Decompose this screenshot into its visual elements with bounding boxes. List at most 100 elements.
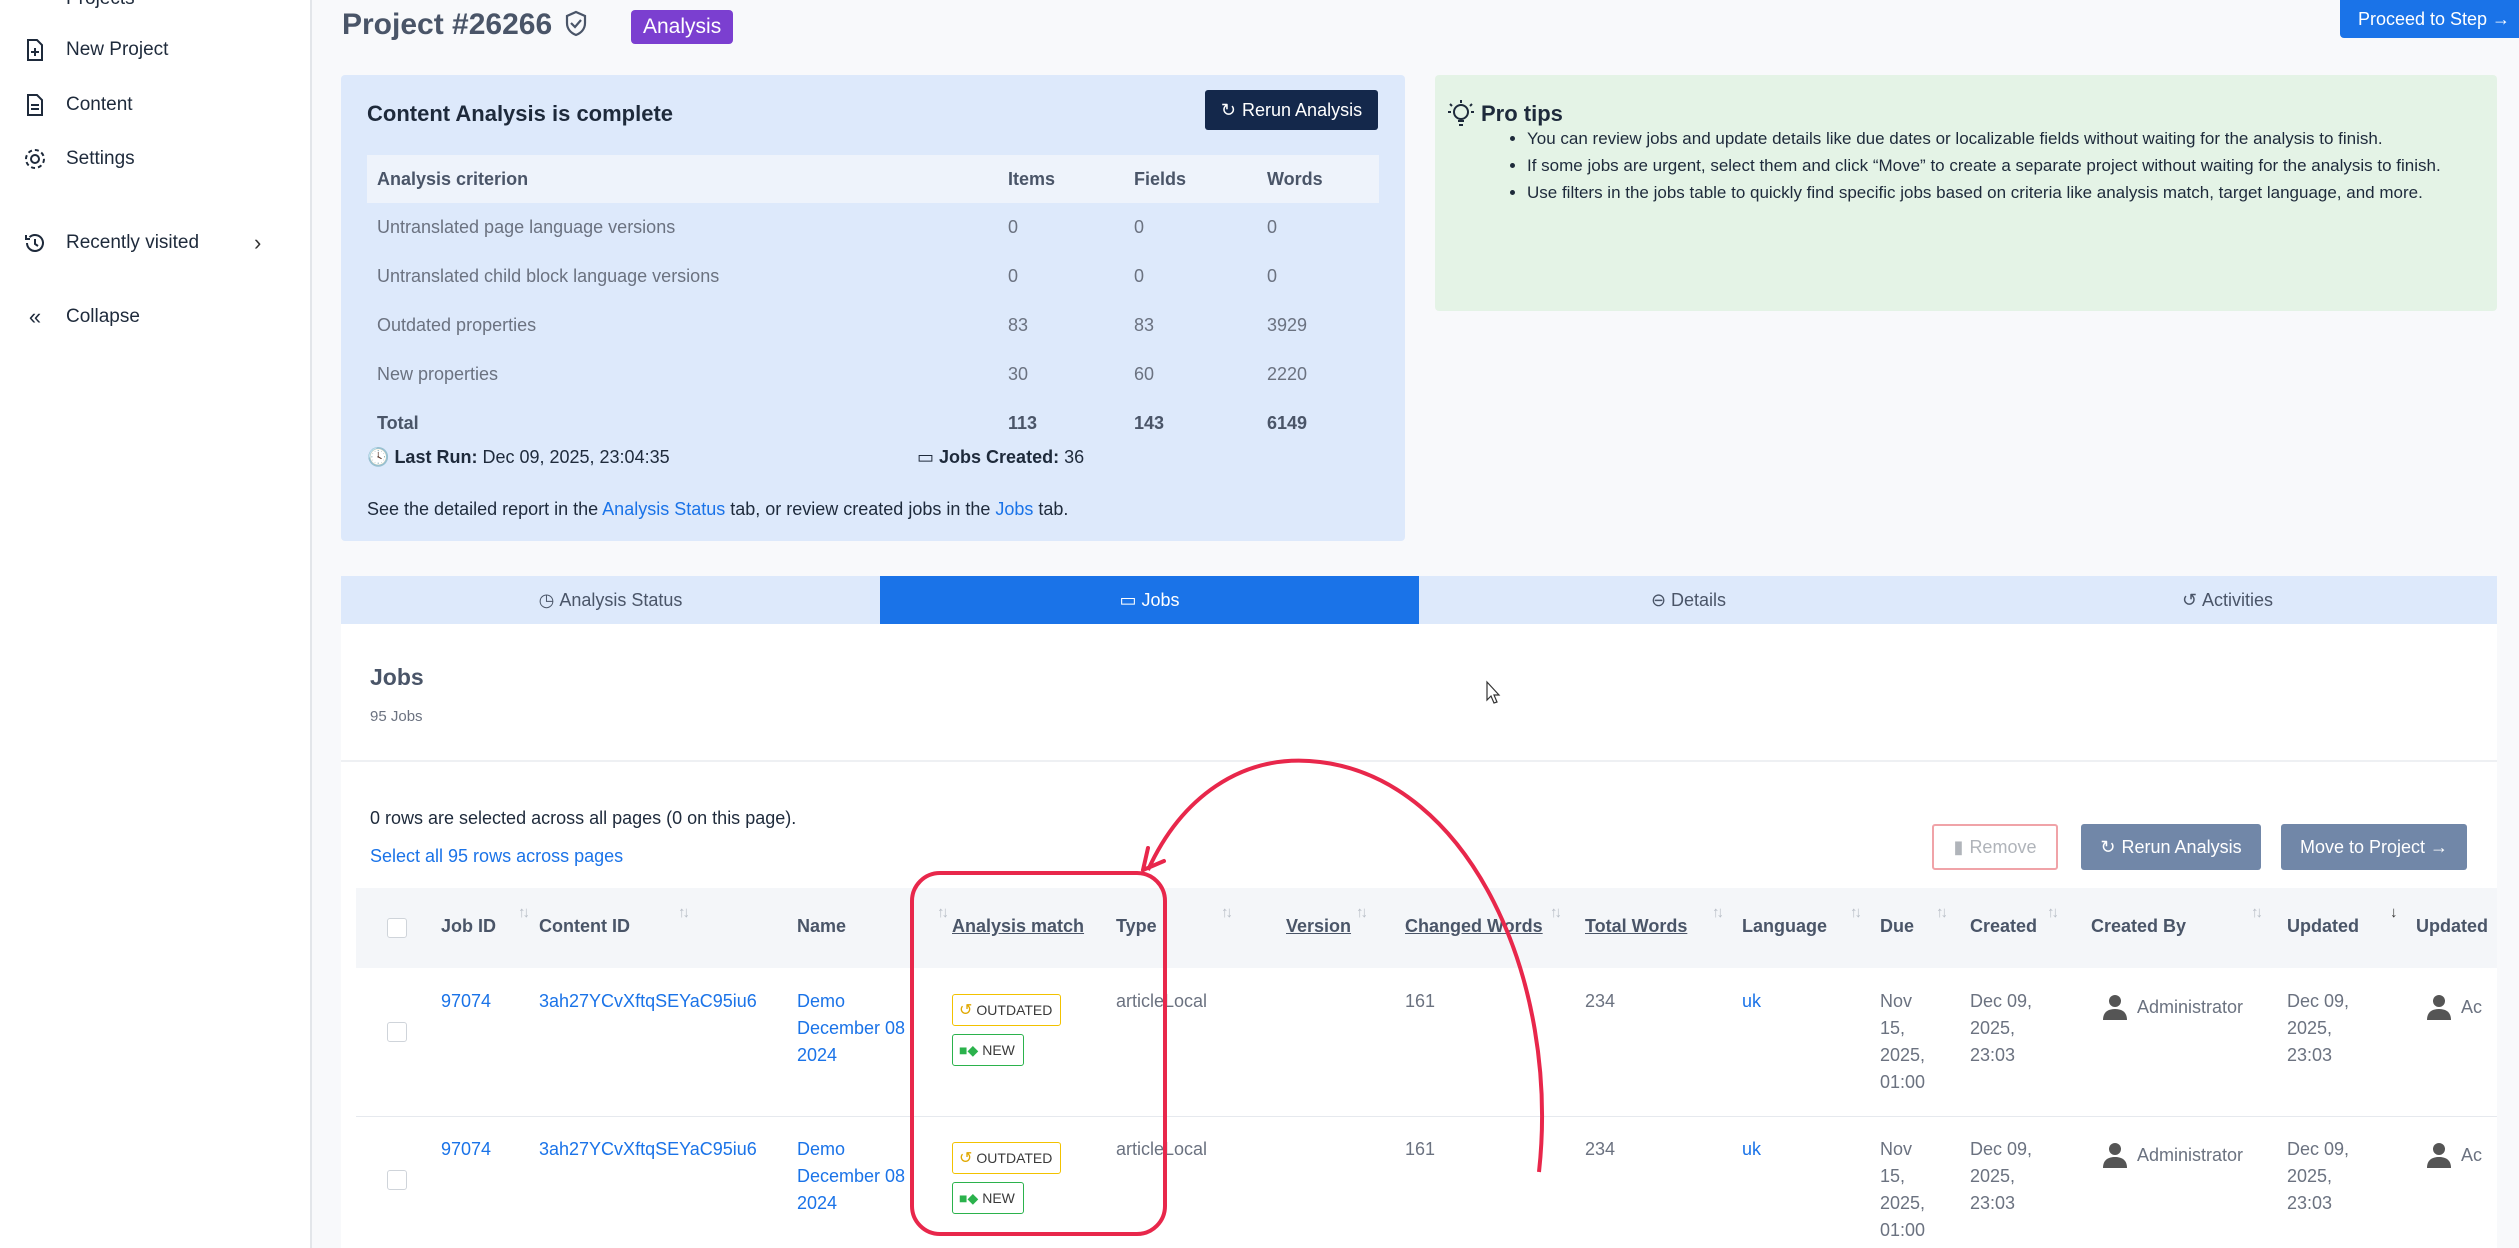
table-cell: 0 bbox=[1008, 266, 1019, 286]
sidebar-item-recently-visited[interactable]: Recently visited › bbox=[22, 230, 261, 256]
column-header-updated[interactable]: Updated bbox=[2287, 916, 2359, 937]
list-item: If some jobs are urgent, select them and… bbox=[1527, 152, 2487, 179]
tab-label: Activities bbox=[2202, 589, 2274, 610]
sidebar-item-settings[interactable]: Settings bbox=[22, 146, 135, 172]
table-cell: 6149 bbox=[1267, 413, 1308, 433]
column-header-version[interactable]: Version bbox=[1286, 916, 1351, 937]
rerun-analysis-button[interactable]: ↻ Rerun Analysis bbox=[1205, 90, 1378, 130]
column-header-content-id[interactable]: Content ID bbox=[539, 916, 630, 937]
sidebar-item-new-project[interactable]: New Project bbox=[22, 37, 168, 63]
select-all-checkbox[interactable] bbox=[387, 918, 407, 938]
new-tag: ■◆ NEW bbox=[952, 1182, 1024, 1214]
total-words-cell: 234 bbox=[1585, 1139, 1616, 1159]
column-header-due[interactable]: Due bbox=[1880, 916, 1914, 937]
updated-cell: Dec 09, 2025, 23:03 bbox=[2287, 991, 2350, 1065]
history-icon: ↺ bbox=[959, 1150, 973, 1167]
move-to-project-button[interactable]: Move to Project → bbox=[2281, 824, 2467, 870]
updated-cell: Dec 09, 2025, 23:03 bbox=[2287, 1139, 2350, 1213]
column-header-type[interactable]: Type bbox=[1116, 916, 1157, 937]
column-header-created[interactable]: Created bbox=[1970, 916, 2037, 937]
pro-tips-title: Pro tips bbox=[1481, 101, 1563, 126]
rerun-analysis-label: Rerun Analysis bbox=[1242, 99, 1363, 120]
language-link[interactable]: uk bbox=[1742, 988, 1761, 1015]
content-id-link[interactable]: 3ah27YCvXftqSEYaC95iu6 bbox=[539, 988, 757, 1015]
rerun-analysis-button[interactable]: ↻ Rerun Analysis bbox=[2081, 824, 2261, 870]
main-content: Project #26266 Analysis Proceed to Step … bbox=[312, 0, 2519, 1248]
selection-status: 0 rows are selected across all pages (0 … bbox=[370, 808, 797, 828]
jobs-created-value: 36 bbox=[1064, 447, 1085, 467]
table-row[interactable]: 97074 3ah27YCvXftqSEYaC95iu6 Demo Decemb… bbox=[356, 1116, 2497, 1248]
user-avatar-icon bbox=[2427, 995, 2451, 1020]
sort-desc-icon[interactable]: ↓ bbox=[2390, 904, 2397, 921]
report-note: See the detailed report in the Analysis … bbox=[367, 499, 1068, 520]
sort-icon[interactable]: ↑↓ bbox=[1550, 904, 1562, 921]
sidebar-item-label: Recently visited bbox=[66, 232, 200, 253]
column-header-total-words[interactable]: Total Words bbox=[1585, 916, 1687, 937]
jobs-created-info: ▭ Jobs Created: 36 bbox=[917, 447, 1084, 468]
table-cell: 83 bbox=[1134, 315, 1155, 335]
sort-icon[interactable]: ↑↓ bbox=[2251, 904, 2263, 921]
sort-icon[interactable]: ↑↓ bbox=[2047, 904, 2059, 921]
updated-by-cell: Ac bbox=[2461, 997, 2483, 1017]
updated-by-cell: Ac bbox=[2461, 1145, 2483, 1165]
jobs-link[interactable]: Jobs bbox=[995, 499, 1033, 519]
table-row: Outdated properties 83 83 3929 bbox=[367, 301, 1379, 350]
content-id-link[interactable]: 3ah27YCvXftqSEYaC95iu6 bbox=[539, 1136, 757, 1163]
sidebar-item-collapse[interactable]: « Collapse bbox=[22, 304, 140, 330]
column-header-changed-words[interactable]: Changed Words bbox=[1405, 916, 1543, 937]
sort-icon[interactable]: ↑↓ bbox=[937, 904, 949, 921]
report-text: tab, or review created jobs in the bbox=[725, 499, 996, 519]
tab-jobs[interactable]: ▭ Jobs bbox=[880, 576, 1419, 624]
table-cell: 3929 bbox=[1267, 315, 1308, 335]
column-header-analysis-match[interactable]: Analysis match bbox=[952, 916, 1084, 937]
table-cell: 113 bbox=[1008, 413, 1038, 433]
column-header-job-id[interactable]: Job ID bbox=[441, 916, 496, 937]
sidebar-item-projects[interactable]: Projects bbox=[22, 0, 135, 12]
table-row: Untranslated child block language versio… bbox=[367, 252, 1379, 301]
type-cell: articleLocal bbox=[1116, 991, 1208, 1011]
analysis-summary-card: Content Analysis is complete ↻ Rerun Ana… bbox=[341, 75, 1405, 541]
job-id-link[interactable]: 97074 bbox=[441, 988, 491, 1015]
created-cell: Dec 09, 2025, 23:03 bbox=[1970, 991, 2033, 1065]
table-cell: Outdated properties bbox=[377, 315, 537, 335]
table-row[interactable]: 97074 3ah27YCvXftqSEYaC95iu6 Demo Decemb… bbox=[356, 968, 2497, 1117]
tab-label: Analysis Status bbox=[559, 589, 683, 610]
tag-label: OUTDATED bbox=[976, 1150, 1053, 1166]
sort-icon[interactable]: ↑↓ bbox=[1221, 904, 1233, 921]
sidebar-item-content[interactable]: Content bbox=[22, 92, 133, 118]
shapes-icon: ■◆ bbox=[959, 1189, 979, 1206]
analysis-status-link[interactable]: Analysis Status bbox=[602, 499, 725, 519]
sidebar-item-label: Settings bbox=[66, 148, 135, 169]
sort-icon[interactable]: ↑↓ bbox=[1712, 904, 1724, 921]
row-checkbox[interactable] bbox=[387, 1170, 407, 1190]
tab-details[interactable]: ⊖ Details bbox=[1419, 576, 1958, 624]
clock-icon: ◷ bbox=[538, 589, 555, 610]
column-header-language[interactable]: Language bbox=[1742, 916, 1827, 937]
sort-icon[interactable]: ↑↓ bbox=[518, 904, 530, 921]
column-header-name[interactable]: Name bbox=[797, 916, 846, 937]
sort-icon[interactable]: ↑↓ bbox=[1850, 904, 1862, 921]
table-cell: 83 bbox=[1008, 315, 1029, 335]
column-header-updated-by[interactable]: Updated bbox=[2416, 916, 2488, 937]
file-plus-icon bbox=[22, 37, 48, 63]
column-header-created-by[interactable]: Created By bbox=[2091, 916, 2186, 937]
double-chevron-left-icon: « bbox=[28, 304, 42, 329]
row-checkbox[interactable] bbox=[387, 1022, 407, 1042]
proceed-to-step-button[interactable]: Proceed to Step → bbox=[2340, 0, 2519, 38]
created-cell: Dec 09, 2025, 23:03 bbox=[1970, 1139, 2033, 1213]
sort-icon[interactable]: ↑↓ bbox=[678, 904, 690, 921]
select-all-link[interactable]: Select all 95 rows across pages bbox=[370, 846, 623, 867]
tab-activities[interactable]: ↺ Activities bbox=[1958, 576, 2497, 624]
sort-icon[interactable]: ↑↓ bbox=[1356, 904, 1368, 921]
job-name-link[interactable]: Demo December 08 2024 bbox=[797, 1136, 915, 1217]
job-id-link[interactable]: 97074 bbox=[441, 1136, 491, 1163]
page-title: Project #26266 bbox=[342, 8, 553, 41]
remove-button[interactable]: ▮ Remove bbox=[1932, 824, 2058, 870]
job-name-link[interactable]: Demo December 08 2024 bbox=[797, 988, 915, 1069]
sort-icon[interactable]: ↑↓ bbox=[1936, 904, 1948, 921]
language-link[interactable]: uk bbox=[1742, 1136, 1761, 1163]
pro-tips-card: Pro tips You can review jobs and update … bbox=[1435, 75, 2497, 311]
tag-label: NEW bbox=[982, 1042, 1015, 1058]
table-cell: 0 bbox=[1008, 217, 1019, 237]
tab-analysis-status[interactable]: ◷ Analysis Status bbox=[341, 576, 880, 624]
